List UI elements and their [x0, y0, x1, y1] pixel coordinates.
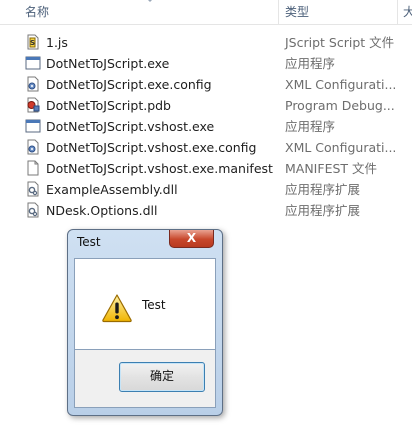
- column-header: 名称 类型 大: [0, 0, 412, 25]
- close-button[interactable]: X: [169, 230, 214, 248]
- file-row[interactable]: DotNetToJScript.pdb Program Debug...: [0, 95, 412, 116]
- file-name: NDesk.Options.dll: [46, 203, 158, 218]
- ok-button[interactable]: 确定: [119, 362, 205, 392]
- file-row[interactable]: S 1.js JScript Script 文件: [0, 32, 412, 53]
- dll-file-icon: [25, 181, 41, 197]
- file-name: DotNetToJScript.exe: [46, 56, 170, 71]
- file-type: MANIFEST 文件: [285, 161, 378, 176]
- file-name: DotNetToJScript.vshost.exe.manifest: [46, 161, 273, 176]
- file-name: DotNetToJScript.exe.config: [46, 77, 212, 92]
- pdb-file-icon: [25, 97, 41, 113]
- column-name-header[interactable]: 名称: [25, 0, 49, 24]
- dialog-body: Test: [74, 258, 216, 350]
- file-name: DotNetToJScript.pdb: [46, 98, 171, 113]
- column-size-header[interactable]: 大: [403, 0, 412, 24]
- file-name: DotNetToJScript.vshost.exe: [46, 119, 215, 134]
- dialog-footer: 确定: [74, 350, 216, 408]
- jscript-file-icon: S: [25, 34, 41, 50]
- exe-window-icon: [25, 118, 41, 134]
- column-divider[interactable]: [278, 0, 279, 24]
- column-type-header[interactable]: 类型: [285, 0, 309, 24]
- config-file-icon: [25, 139, 41, 155]
- file-type: 应用程序扩展: [285, 182, 361, 197]
- warning-icon: [102, 294, 132, 323]
- exe-window-icon: [25, 55, 41, 71]
- close-icon: X: [186, 231, 197, 245]
- file-type: XML Configurati...: [285, 140, 397, 155]
- file-row[interactable]: DotNetToJScript.vshost.exe.config XML Con…: [0, 137, 412, 158]
- file-type: JScript Script 文件: [285, 35, 395, 50]
- file-row[interactable]: DotNetToJScript.exe 应用程序: [0, 53, 412, 74]
- file-type: 应用程序: [285, 119, 336, 134]
- file-type: XML Configurati...: [285, 77, 397, 92]
- file-row[interactable]: ExampleAssembly.dll 应用程序扩展: [0, 179, 412, 200]
- svg-text:S: S: [30, 39, 35, 47]
- file-row[interactable]: DotNetToJScript.vshost.exe.manifest MANIF…: [0, 158, 412, 179]
- file-name: ExampleAssembly.dll: [46, 182, 178, 197]
- file-row[interactable]: NDesk.Options.dll 应用程序扩展: [0, 200, 412, 221]
- dll-file-icon: [25, 202, 41, 218]
- file-type: 应用程序扩展: [285, 203, 361, 218]
- column-divider[interactable]: [397, 0, 398, 24]
- message-dialog: Test X Test 确定: [67, 229, 223, 416]
- file-type: 应用程序: [285, 56, 336, 71]
- file-row[interactable]: DotNetToJScript.exe.config XML Configurat…: [0, 74, 412, 95]
- file-row[interactable]: DotNetToJScript.vshost.exe 应用程序: [0, 116, 412, 137]
- sort-indicator-icon: [146, 0, 154, 2]
- blank-file-icon: [25, 160, 41, 176]
- config-file-icon: [25, 76, 41, 92]
- dialog-title: Test: [77, 235, 101, 249]
- file-name: 1.js: [46, 35, 68, 50]
- file-type: Program Debug...: [285, 98, 395, 113]
- file-name: DotNetToJScript.vshost.exe.config: [46, 140, 257, 155]
- dialog-message: Test: [142, 298, 166, 312]
